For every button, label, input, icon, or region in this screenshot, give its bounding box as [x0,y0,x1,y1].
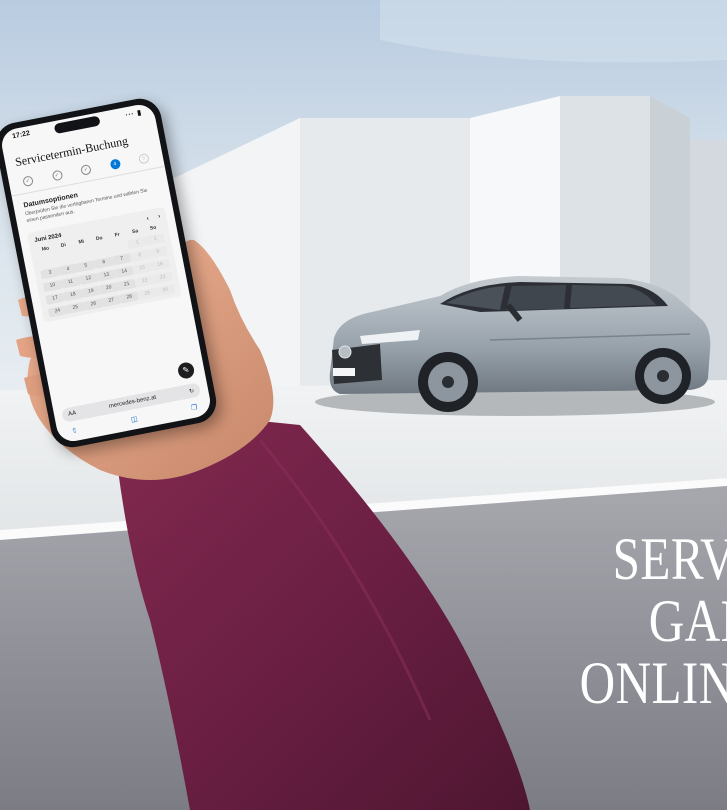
calendar-day[interactable]: 16 [150,258,171,272]
weekday-label: Sa [131,228,139,236]
calendar-day[interactable]: 11 [60,276,81,289]
headline-line-2: GANZ EI [648,588,727,654]
calendar-day[interactable]: 29 [137,287,158,301]
calendar-day[interactable]: 23 [152,271,173,284]
prev-month-icon[interactable]: ‹ [146,216,149,222]
calendar-day[interactable]: 30 [155,284,176,297]
calendar-day[interactable]: 26 [83,298,104,311]
calendar-day[interactable]: 27 [101,294,122,308]
calendar-day[interactable]: 20 [99,282,119,295]
weekday-label: Mo [41,245,50,253]
calendar-day[interactable]: 3 [40,266,60,280]
calendar-day[interactable]: 21 [117,278,137,291]
headline: SERVICET GANZ EI ONLINE BU [421,528,727,714]
weekday-label: Fr [114,231,121,239]
calendar-day[interactable]: 18 [63,289,83,302]
calendar-day[interactable]: 10 [42,279,63,293]
chat-icon[interactable]: ✎ [176,361,196,380]
calendar-month: Juni 2024 [34,232,63,244]
calendar-day[interactable]: 1 [127,236,148,250]
step-3[interactable]: ✓ [80,164,92,176]
calendar-day[interactable]: 19 [81,285,101,298]
weekday-label: Mi [78,238,85,246]
calendar-day[interactable]: 9 [148,246,168,259]
weekday-label: So [149,224,157,232]
headline-line-3: ONLINE BU [579,650,727,716]
calendar-day[interactable]: 6 [94,256,114,269]
calendar-day[interactable]: 15 [132,262,153,275]
calendar-empty-cell [110,240,130,252]
bookmarks-icon[interactable]: ◫ [130,415,138,424]
share-icon[interactable]: ⇧ [71,426,78,435]
calendar-empty-cell [56,251,76,263]
calendar-day[interactable]: 17 [45,292,65,305]
calendar-day[interactable]: 13 [96,269,117,282]
headline-line-1: SERVICET [612,526,727,592]
reload-icon[interactable]: ↻ [188,387,195,395]
calendar-day[interactable]: 25 [65,301,86,315]
calendar-day[interactable]: 5 [76,260,96,273]
tabs-icon[interactable]: ❐ [190,403,199,412]
next-month-icon[interactable]: › [158,214,161,220]
step-2[interactable]: ✓ [51,169,63,182]
calendar-day[interactable]: 22 [135,275,155,288]
reader-mode-label[interactable]: AA [68,410,77,417]
calendar-day[interactable]: 14 [114,265,135,279]
calendar-day[interactable]: 12 [78,272,99,286]
step-5: 5 [138,152,150,165]
step-4[interactable]: 4 [109,158,121,171]
calendar-empty-cell [38,254,58,266]
hero-image: SERVICET GANZ EI ONLINE BU 17:22 ∙∙∙ ▮ S… [0,0,727,810]
calendar-day[interactable]: 4 [58,263,78,276]
url-text: mercedes-benz.at [108,394,157,410]
calendar-day[interactable]: 28 [119,291,140,304]
calendar-empty-cell [74,247,94,259]
calendar-day[interactable]: 8 [130,249,150,262]
weekday-label: Do [95,235,104,243]
calendar-day[interactable]: 7 [112,253,132,266]
weekday-label: Di [60,242,67,250]
calendar-day[interactable]: 24 [47,305,68,318]
step-1[interactable]: ✓ [22,175,34,188]
calendar-day[interactable]: 2 [145,233,166,246]
calendar-empty-cell [92,244,112,256]
